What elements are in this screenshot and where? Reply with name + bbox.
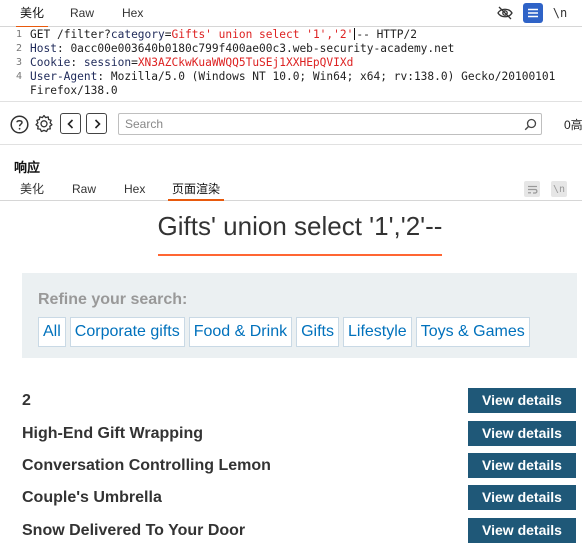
query-param-value: Gifts' union select '1','2' [171,28,354,41]
product-name: High-End Gift Wrapping [22,425,204,442]
wrap-lines-icon[interactable] [524,181,540,197]
search-icon[interactable] [523,117,537,131]
http-method: GET [30,28,51,41]
response-tab-bar: 美化 Raw Hex 页面渲染 \n [0,178,582,201]
refine-label: Refine your search: [38,291,188,308]
product-name: Conversation Controlling Lemon [22,457,271,474]
match-count: 0高 [564,118,582,132]
cookie-name: session [83,56,132,69]
response-newline-icon[interactable]: \n [551,181,567,197]
header-value-user-agent: Mozilla/5.0 (Windows NT 10.0; Win64; x64… [110,70,556,83]
tab-response-raw[interactable]: Raw [68,178,100,200]
header-value-host: 0acc00e003640b0180c799f400ae00c3.web-sec… [70,42,455,55]
line-number: 1 [15,29,22,40]
product-row: Conversation Controlling Lemon View deta… [0,453,582,479]
header-value-continuation: Firefox/138.0 [30,84,118,97]
gear-icon[interactable] [33,113,55,135]
line-number: 4 [15,71,22,82]
filter-link-toys-games[interactable]: Toys & Games [415,317,530,347]
cookie-value: XN3AZCkwKuaWWQQ5TuSEj1XXHEpQVIXd [137,56,354,69]
product-name: Snow Delivered To Your Door [22,522,246,539]
product-name: Couple's Umbrella [22,489,162,506]
filter-links: All Corporate gifts Food & Drink Gifts L… [38,317,530,347]
eye-off-icon[interactable] [496,4,514,22]
response-title: 响应 [14,160,41,175]
view-details-button[interactable]: View details [468,485,576,510]
forward-arrow-icon[interactable] [86,113,107,134]
tab-response-pretty[interactable]: 美化 [16,178,48,200]
request-editor[interactable]: 1 GET /filter?category=Gifts' union sele… [0,27,582,101]
tab-hex[interactable]: Hex [118,0,147,27]
request-tab-bar: 美化 Raw Hex \n [0,0,582,28]
product-row: 2 View details [0,388,582,414]
line-number: 3 [15,57,22,68]
filter-link-all[interactable]: All [38,317,66,347]
product-row: High-End Gift Wrapping View details [0,421,582,447]
list-icon[interactable] [523,3,543,23]
view-details-button[interactable]: View details [468,518,576,543]
filter-panel: Refine your search: All Corporate gifts … [22,273,577,358]
filter-link-corporate-gifts[interactable]: Corporate gifts [69,317,185,347]
header-name-host: Host [30,42,57,55]
product-row: Snow Delivered To Your Door View details [0,518,582,544]
view-details-button[interactable]: View details [468,421,576,446]
filter-link-food-drink[interactable]: Food & Drink [188,317,293,347]
request-line-tail: -- HTTP/2 [356,28,417,41]
filter-link-lifestyle[interactable]: Lifestyle [342,317,412,347]
search-toolbar: 0高 [0,101,582,145]
page-title: Gifts' union select '1','2'-- [157,211,443,241]
header-name-user-agent: User-Agent [30,70,98,83]
view-details-button[interactable]: View details [468,453,576,478]
tab-pretty[interactable]: 美化 [16,0,49,28]
tab-raw[interactable]: Raw [66,0,98,27]
filter-link-gifts[interactable]: Gifts [296,317,339,347]
request-path: /filter? [56,28,111,41]
query-param-name: category [110,28,165,41]
newline-icon[interactable]: \n [551,4,569,22]
product-name: 2 [22,392,31,409]
tab-response-hex[interactable]: Hex [120,178,149,200]
search-input[interactable] [119,114,514,134]
back-arrow-icon[interactable] [60,113,81,134]
title-underline [158,254,442,256]
product-row: Couple's Umbrella View details [0,485,582,511]
view-details-button[interactable]: View details [468,388,576,413]
query-eq: = [164,28,172,41]
header-name-cookie: Cookie [30,56,71,69]
search-box [118,113,542,135]
tab-response-render[interactable]: 页面渲染 [168,178,225,201]
line-number: 2 [15,43,22,54]
help-icon[interactable] [9,114,29,134]
rendered-page: Gifts' union select '1','2'-- Refine you… [0,201,582,546]
